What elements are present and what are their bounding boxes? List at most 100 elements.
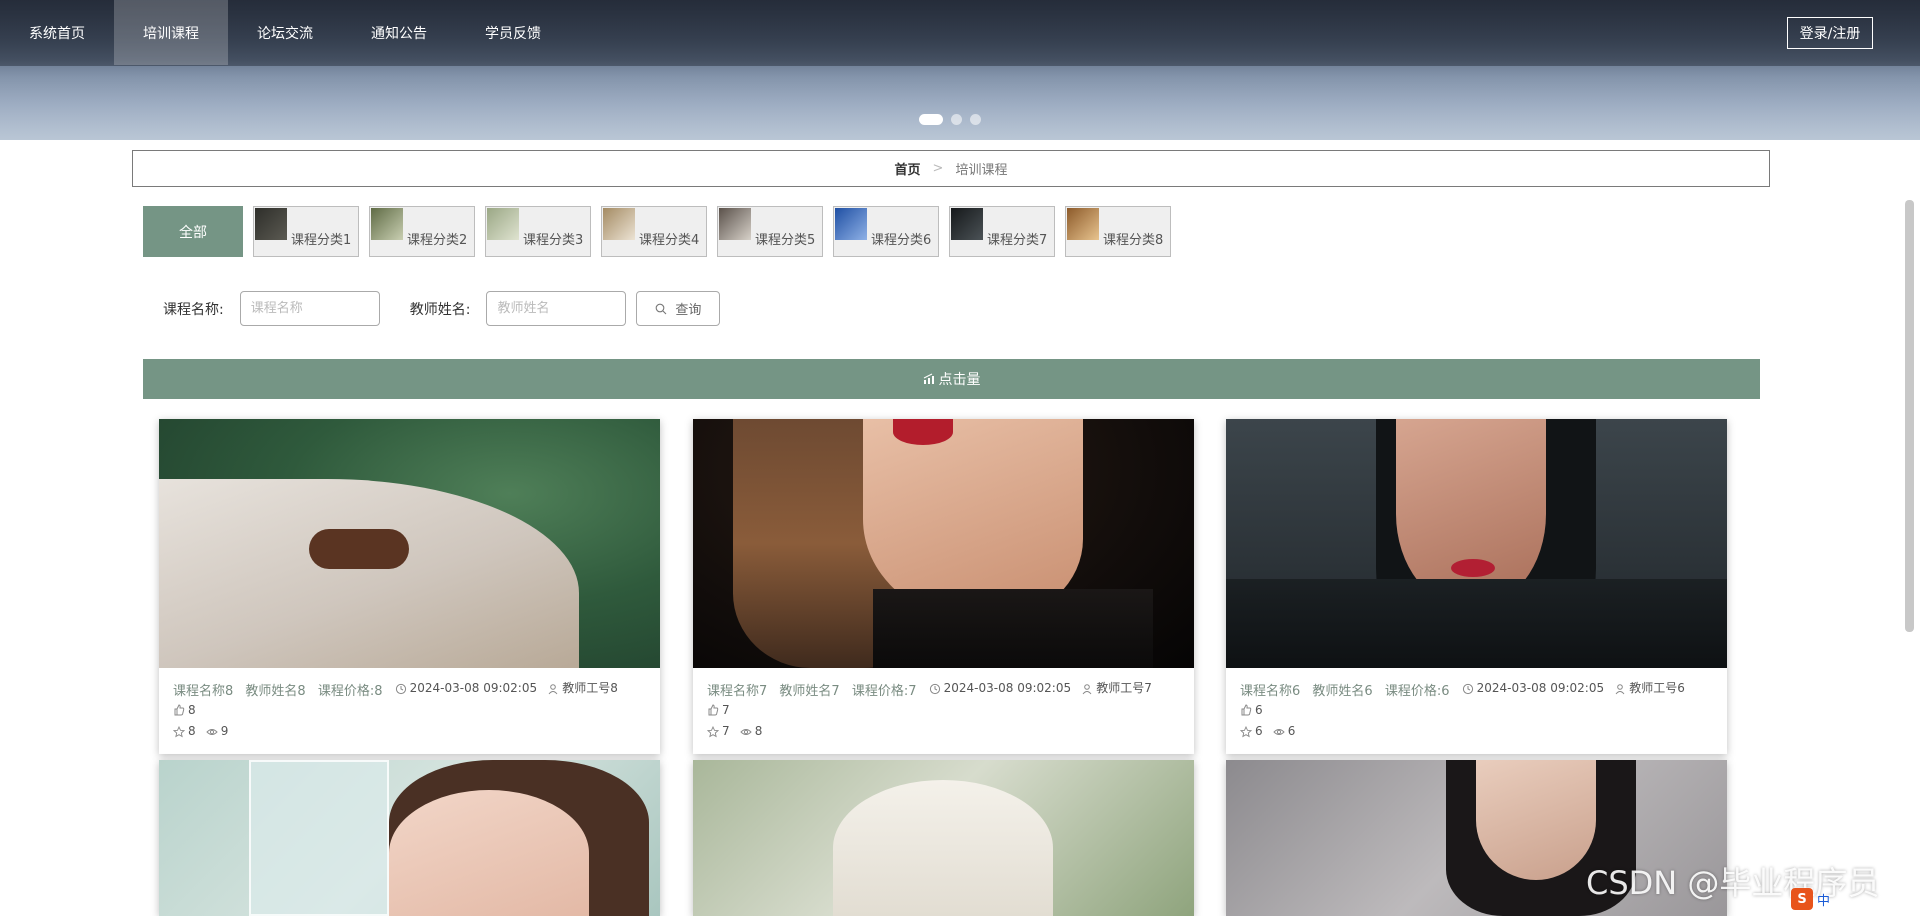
carousel-dot-1[interactable] [919, 114, 943, 125]
teacher-name-input[interactable] [486, 291, 627, 326]
login-register-button[interactable]: 登录/注册 [1787, 17, 1873, 49]
teacher-name: 教师姓名6 [1312, 683, 1373, 699]
category-thumbnail [719, 208, 751, 240]
clock-icon [395, 683, 406, 694]
star-icon [173, 725, 185, 737]
star-icon [707, 725, 719, 737]
teacher-number: 教师工号8 [547, 679, 618, 698]
photo-glass [249, 760, 389, 916]
category-thumbnail [371, 208, 403, 240]
like-count: 6 [1240, 701, 1263, 720]
eye-icon [1273, 728, 1285, 735]
course-photo [159, 760, 660, 916]
category-item-4[interactable]: 课程分类4 [601, 206, 707, 257]
publish-time-value: 2024-03-08 09:02:05 [409, 681, 538, 695]
thumbs-up-icon [1241, 704, 1252, 716]
carousel-dot-2[interactable] [951, 114, 962, 125]
course-info: 课程名称7 教师姓名7 课程价格:7 2024-03-08 09:02:05 教… [693, 668, 1194, 754]
publish-time: 2024-03-08 09:02:05 [929, 679, 1071, 698]
ime-indicator[interactable]: S 中 [1791, 888, 1830, 910]
photo-lips [893, 419, 953, 445]
carousel-indicators [919, 114, 981, 125]
clock-icon [929, 683, 940, 694]
publish-time: 2024-03-08 09:02:05 [395, 679, 537, 698]
favorite-count-value: 8 [188, 724, 196, 738]
category-thumbnail [835, 208, 867, 240]
view-count-value: 9 [220, 724, 229, 738]
favorite-count: 7 [707, 722, 730, 741]
favorite-count-value: 7 [722, 724, 730, 738]
course-info: 课程名称8 教师姓名8 课程价格:8 2024-03-08 09:02:05 教… [159, 668, 660, 754]
thumbs-up-icon [708, 704, 719, 716]
carousel-dot-3[interactable] [970, 114, 981, 125]
course-photo [693, 419, 1194, 668]
nav-item-feedback[interactable]: 学员反馈 [456, 0, 570, 65]
course-name: 课程名称6 [1240, 683, 1301, 699]
course-card[interactable] [159, 760, 660, 916]
category-item-1[interactable]: 课程分类1 [253, 206, 359, 257]
view-count-value: 8 [754, 724, 763, 738]
main-nav: 系统首页 培训课程 论坛交流 通知公告 学员反馈 [0, 0, 570, 65]
teacher-number: 教师工号6 [1614, 679, 1685, 698]
category-label: 课程分类4 [639, 233, 700, 248]
category-label: 课程分类7 [987, 233, 1048, 248]
nav-item-home[interactable]: 系统首页 [0, 0, 114, 65]
query-button[interactable]: 查询 [636, 291, 721, 326]
like-count-value: 6 [1255, 702, 1263, 717]
thumbs-up-icon [174, 704, 185, 716]
category-thumbnail [1067, 208, 1099, 240]
clock-icon [1462, 683, 1473, 694]
course-price: 课程价格:8 [317, 683, 383, 699]
nav-item-forum[interactable]: 论坛交流 [228, 0, 342, 65]
eye-icon [740, 728, 752, 735]
category-label: 课程分类6 [871, 233, 932, 248]
category-all-button[interactable]: 全部 [143, 206, 243, 257]
photo-braid [309, 529, 409, 569]
view-count: 6 [1273, 722, 1296, 741]
photo-shawl [1226, 579, 1727, 668]
course-photo [693, 760, 1194, 916]
category-item-7[interactable]: 课程分类7 [949, 206, 1055, 257]
course-name-label: 课程名称: [163, 301, 224, 318]
category-label: 课程分类1 [291, 233, 352, 248]
breadcrumb-home[interactable]: 首页 [895, 159, 921, 178]
category-item-5[interactable]: 课程分类5 [717, 206, 823, 257]
view-count: 8 [740, 722, 763, 741]
ime-logo-icon: S [1791, 888, 1813, 910]
view-count: 9 [206, 722, 229, 741]
nav-item-courses[interactable]: 培训课程 [114, 0, 228, 65]
course-name-input[interactable] [239, 291, 380, 326]
course-card[interactable]: 课程名称8 教师姓名8 课程价格:8 2024-03-08 09:02:05 教… [159, 419, 660, 754]
page-scrollbar[interactable] [1905, 200, 1914, 632]
view-count-value: 6 [1287, 724, 1296, 738]
category-thumbnail [487, 208, 519, 240]
course-price: 课程价格:7 [851, 683, 917, 699]
category-item-6[interactable]: 课程分类6 [833, 206, 939, 257]
course-photo [1226, 419, 1727, 668]
course-card[interactable]: 课程名称7 教师姓名7 课程价格:7 2024-03-08 09:02:05 教… [693, 419, 1194, 754]
nav-item-notices[interactable]: 通知公告 [342, 0, 456, 65]
star-icon [1240, 725, 1252, 737]
category-label: 课程分类2 [407, 233, 468, 248]
course-card[interactable]: 课程名称6 教师姓名6 课程价格:6 2024-03-08 09:02:05 教… [1226, 419, 1727, 754]
photo-face [389, 790, 589, 916]
teacher-number: 教师工号7 [1081, 679, 1152, 698]
teacher-number-value: 教师工号6 [1629, 681, 1685, 695]
favorite-count: 8 [173, 722, 196, 741]
watermark: CSDN @毕业程序员 [1586, 864, 1880, 902]
category-item-3[interactable]: 课程分类3 [485, 206, 591, 257]
query-button-label: 查询 [675, 303, 702, 318]
section-title-bar: 点击量 [143, 359, 1760, 399]
user-icon [548, 683, 558, 694]
category-item-2[interactable]: 课程分类2 [369, 206, 475, 257]
course-card[interactable] [693, 760, 1194, 916]
ime-mode: 中 [1817, 893, 1831, 909]
teacher-name: 教师姓名8 [245, 683, 306, 699]
like-count: 7 [707, 701, 730, 720]
course-name: 课程名称7 [707, 683, 768, 699]
category-filter: 全部 课程分类1 课程分类2 课程分类3 课程分类4 课程分类5 课程分类6 课… [143, 206, 1171, 257]
teacher-number-value: 教师工号7 [1096, 681, 1152, 695]
search-bar: 课程名称: 教师姓名: 查询 [163, 291, 721, 326]
photo-dress [833, 780, 1053, 916]
category-item-8[interactable]: 课程分类8 [1065, 206, 1171, 257]
